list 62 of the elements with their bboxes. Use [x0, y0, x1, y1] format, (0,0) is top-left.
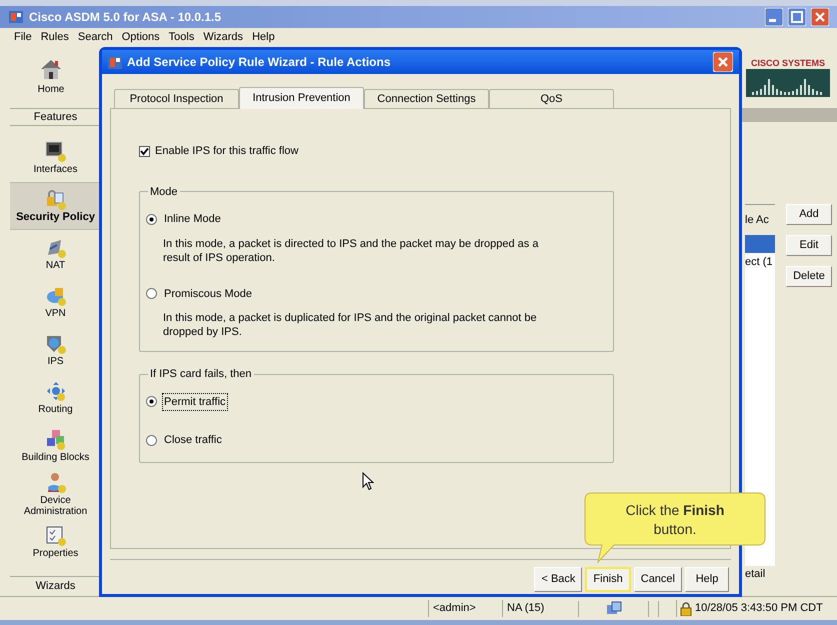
column-header: le Ac	[745, 205, 775, 235]
radio-button[interactable]	[146, 396, 157, 408]
app-icon	[108, 56, 122, 68]
table-footer-text: etail	[745, 566, 775, 582]
action-button[interactable]: Add	[786, 204, 832, 225]
option-description: In this mode, a packet is directed to IPS and the packet may be dropped as a result of IPS operation.	[163, 236, 540, 264]
logo: CISCO SYSTEMS	[743, 57, 833, 97]
tab[interactable]: Intrusion Prevention	[239, 87, 364, 109]
sidebar-item[interactable]: Security Policy	[10, 182, 101, 230]
computers-icon	[606, 600, 622, 616]
dialog-button[interactable]: Cancel	[634, 567, 682, 592]
radio-button[interactable]	[146, 288, 157, 300]
dialog-button[interactable]: < Back	[534, 567, 582, 592]
home-button[interactable]: Home	[18, 50, 84, 104]
maximize-button[interactable]	[788, 8, 806, 26]
status-privilege: NA (15)	[502, 600, 578, 617]
dialog-button[interactable]: Finish	[585, 567, 631, 592]
cursor-icon	[362, 472, 374, 491]
tab[interactable]: Connection Settings	[364, 89, 489, 108]
callout-text: Click the Finish button.	[624, 501, 726, 539]
radio-button[interactable]	[146, 434, 157, 446]
tab[interactable]: Protocol Inspection	[114, 89, 239, 108]
radio-button[interactable]	[146, 214, 157, 225]
radio-label[interactable]: Close traffic	[162, 431, 224, 450]
checkbox[interactable]	[139, 146, 150, 157]
checkbox-label[interactable]: Enable IPS for this traffic flow	[155, 143, 298, 160]
group-title: Mode	[149, 184, 179, 200]
sidebar-header: Features	[10, 108, 101, 126]
sidebar-item[interactable]: Routing	[10, 374, 101, 422]
radio-label[interactable]: Promiscous Mode	[162, 284, 254, 303]
shield-icon	[44, 333, 66, 355]
group-title: If IPS card fails, then	[149, 367, 252, 382]
dialog-button[interactable]: Help	[685, 567, 729, 592]
menu-item[interactable]: Search	[78, 28, 113, 46]
menu-item[interactable]: File	[14, 28, 32, 46]
window-title: Cisco ASDM 5.0 for ASA - 10.0.1.5	[29, 9, 222, 26]
menu-item[interactable]: Tools	[168, 28, 194, 46]
menu-item[interactable]: Help	[252, 28, 275, 46]
minimize-button[interactable]	[765, 8, 783, 26]
sidebar-item[interactable]: Building Blocks	[10, 422, 101, 470]
app-icon	[8, 10, 24, 24]
close-button[interactable]	[713, 52, 733, 72]
arrows-icon	[44, 381, 66, 403]
checklist-icon	[44, 525, 66, 547]
status-time: 10/28/05 3:43:50 PM CDT	[695, 601, 823, 616]
menu-item[interactable]: Options	[122, 28, 160, 46]
lock-icon	[680, 602, 692, 616]
action-button[interactable]: Delete	[786, 266, 832, 287]
close-button[interactable]	[811, 8, 829, 26]
menu-item[interactable]: Wizards	[203, 28, 244, 46]
action-button[interactable]: Edit	[786, 235, 832, 256]
blocks-icon	[44, 429, 66, 451]
menu-item[interactable]: Rules	[40, 28, 69, 46]
dialog-title: Add Service Policy Rule Wizard - Rule Actions	[127, 54, 392, 71]
tab[interactable]: QoS	[489, 89, 614, 108]
radio-label[interactable]: Permit traffic	[162, 392, 228, 411]
sidebar-item[interactable]: NAT	[10, 230, 101, 278]
house-icon	[39, 58, 63, 80]
option-description: In this mode, a packet is duplicated for IPS and the original packet cannot be dropped by IPS.	[163, 311, 538, 339]
status-user: <admin>	[428, 600, 502, 617]
radio-label[interactable]: Inline Mode	[162, 210, 223, 228]
lock-document-icon	[44, 189, 66, 211]
